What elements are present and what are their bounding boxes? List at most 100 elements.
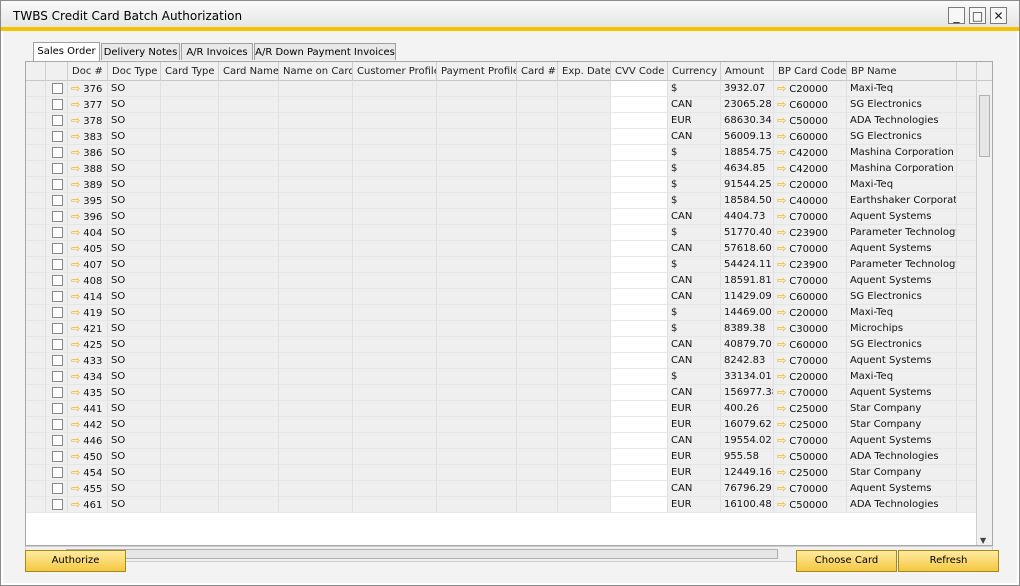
link-arrow-icon[interactable]: ⇨ — [777, 338, 786, 351]
cvv-code-input[interactable] — [611, 401, 668, 417]
doc-number-cell[interactable]: ⇨ 442 — [68, 417, 108, 433]
link-arrow-icon[interactable]: ⇨ — [71, 385, 80, 400]
row-checkbox[interactable] — [52, 147, 63, 158]
link-arrow-icon[interactable]: ⇨ — [777, 258, 786, 271]
row-checkbox[interactable] — [52, 451, 63, 462]
link-arrow-icon[interactable]: ⇨ — [71, 145, 80, 160]
row-checkbox[interactable] — [52, 371, 63, 382]
cvv-code-input[interactable] — [611, 273, 668, 289]
bp-card-code-cell[interactable]: ⇨ C23900 — [774, 257, 847, 273]
table-row[interactable]: ⇨ 450 SO EUR 955.58 ⇨ C50000 ADA Technologies — [26, 449, 992, 465]
doc-number-cell[interactable]: ⇨ 419 — [68, 305, 108, 321]
cvv-code-input[interactable] — [611, 225, 668, 241]
doc-number-cell[interactable]: ⇨ 389 — [68, 177, 108, 193]
cvv-code-input[interactable] — [611, 129, 668, 145]
cvv-code-input[interactable] — [611, 449, 668, 465]
row-select-cell[interactable] — [46, 273, 68, 289]
bp-card-code-cell[interactable]: ⇨ C60000 — [774, 97, 847, 113]
table-row[interactable]: ⇨ 389 SO $91544.25 ⇨ C20000 Maxi-Teq — [26, 177, 992, 193]
doc-number-cell[interactable]: ⇨ 450 — [68, 449, 108, 465]
link-arrow-icon[interactable]: ⇨ — [71, 129, 80, 144]
doc-number-cell[interactable]: ⇨ 378 — [68, 113, 108, 129]
link-arrow-icon[interactable]: ⇨ — [777, 434, 786, 447]
tab-sales-order[interactable]: Sales Order — [33, 42, 100, 61]
link-arrow-icon[interactable]: ⇨ — [71, 257, 80, 272]
cvv-code-input[interactable] — [611, 497, 668, 513]
bp-card-code-cell[interactable]: ⇨ C42000 — [774, 161, 847, 177]
cvv-code-input[interactable] — [611, 433, 668, 449]
link-arrow-icon[interactable]: ⇨ — [777, 82, 786, 95]
row-select-cell[interactable] — [46, 161, 68, 177]
row-checkbox[interactable] — [52, 163, 63, 174]
link-arrow-icon[interactable]: ⇨ — [71, 177, 80, 192]
row-checkbox[interactable] — [52, 387, 63, 398]
link-arrow-icon[interactable]: ⇨ — [777, 322, 786, 335]
link-arrow-icon[interactable]: ⇨ — [777, 194, 786, 207]
link-arrow-icon[interactable]: ⇨ — [71, 369, 80, 384]
row-checkbox[interactable] — [52, 115, 63, 126]
row-checkbox[interactable] — [52, 195, 63, 206]
row-select-cell[interactable] — [46, 401, 68, 417]
doc-number-cell[interactable]: ⇨ 376 — [68, 81, 108, 97]
horizontal-scroll-thumb[interactable] — [66, 549, 778, 559]
table-row[interactable]: ⇨ 383 SO CAN 56009.13 ⇨ C60000 SG Electronics — [26, 129, 992, 145]
doc-number-cell[interactable]: ⇨ 414 — [68, 289, 108, 305]
bp-card-code-cell[interactable]: ⇨ C25000 — [774, 417, 847, 433]
link-arrow-icon[interactable]: ⇨ — [71, 193, 80, 208]
link-arrow-icon[interactable]: ⇨ — [71, 481, 80, 496]
link-arrow-icon[interactable]: ⇨ — [777, 466, 786, 479]
bp-card-code-cell[interactable]: ⇨ C70000 — [774, 273, 847, 289]
link-arrow-icon[interactable]: ⇨ — [71, 321, 80, 336]
bp-card-code-cell[interactable]: ⇨ C30000 — [774, 321, 847, 337]
row-checkbox[interactable] — [52, 403, 63, 414]
vertical-scrollbar[interactable]: ▼ — [976, 81, 992, 545]
link-arrow-icon[interactable]: ⇨ — [777, 418, 786, 431]
row-select-cell[interactable] — [46, 449, 68, 465]
doc-number-cell[interactable]: ⇨ 388 — [68, 161, 108, 177]
row-select-cell[interactable] — [46, 113, 68, 129]
link-arrow-icon[interactable]: ⇨ — [777, 354, 786, 367]
row-select-cell[interactable] — [46, 369, 68, 385]
cvv-code-input[interactable] — [611, 305, 668, 321]
doc-number-cell[interactable]: ⇨ 435 — [68, 385, 108, 401]
link-arrow-icon[interactable]: ⇨ — [71, 401, 80, 416]
cvv-code-input[interactable] — [611, 97, 668, 113]
row-checkbox[interactable] — [52, 499, 63, 510]
bp-card-code-cell[interactable]: ⇨ C20000 — [774, 177, 847, 193]
bp-card-code-cell[interactable]: ⇨ C40000 — [774, 193, 847, 209]
tab-ar-invoices[interactable]: A/R Invoices — [181, 43, 253, 60]
minimize-button[interactable]: _ — [948, 7, 965, 24]
row-checkbox[interactable] — [52, 483, 63, 494]
link-arrow-icon[interactable]: ⇨ — [71, 465, 80, 480]
link-arrow-icon[interactable]: ⇨ — [777, 402, 786, 415]
table-row[interactable]: ⇨ 414 SO CAN 11429.09 ⇨ C60000 SG Electronics — [26, 289, 992, 305]
row-checkbox[interactable] — [52, 419, 63, 430]
link-arrow-icon[interactable]: ⇨ — [777, 242, 786, 255]
bp-card-code-cell[interactable]: ⇨ C70000 — [774, 209, 847, 225]
bp-card-code-cell[interactable]: ⇨ C42000 — [774, 145, 847, 161]
link-arrow-icon[interactable]: ⇨ — [71, 97, 80, 112]
table-row[interactable]: ⇨ 446 SO CAN 19554.02 ⇨ C70000 Aquent Systems — [26, 433, 992, 449]
bp-card-code-cell[interactable]: ⇨ C50000 — [774, 449, 847, 465]
doc-number-cell[interactable]: ⇨ 425 — [68, 337, 108, 353]
row-select-cell[interactable] — [46, 97, 68, 113]
cvv-code-input[interactable] — [611, 369, 668, 385]
cvv-code-input[interactable] — [611, 193, 668, 209]
table-row[interactable]: ⇨ 395 SO $18584.50 ⇨ C40000 Earthshaker Corpor… — [26, 193, 992, 209]
bp-card-code-cell[interactable]: ⇨ C70000 — [774, 353, 847, 369]
table-row[interactable]: ⇨ 404 SO $51770.40 ⇨ C23900 Parameter Technolo… — [26, 225, 992, 241]
cvv-code-input[interactable] — [611, 241, 668, 257]
cvv-code-input[interactable] — [611, 81, 668, 97]
table-row[interactable]: ⇨ 377 SO CAN 23065.28 ⇨ C60000 SG Electronics — [26, 97, 992, 113]
row-select-cell[interactable] — [46, 465, 68, 481]
bp-card-code-cell[interactable]: ⇨ C60000 — [774, 337, 847, 353]
doc-number-cell[interactable]: ⇨ 408 — [68, 273, 108, 289]
row-checkbox[interactable] — [52, 99, 63, 110]
cvv-code-input[interactable] — [611, 481, 668, 497]
doc-number-cell[interactable]: ⇨ 377 — [68, 97, 108, 113]
row-checkbox[interactable] — [52, 83, 63, 94]
cvv-code-input[interactable] — [611, 289, 668, 305]
row-checkbox[interactable] — [52, 435, 63, 446]
link-arrow-icon[interactable]: ⇨ — [71, 449, 80, 464]
doc-number-cell[interactable]: ⇨ 386 — [68, 145, 108, 161]
